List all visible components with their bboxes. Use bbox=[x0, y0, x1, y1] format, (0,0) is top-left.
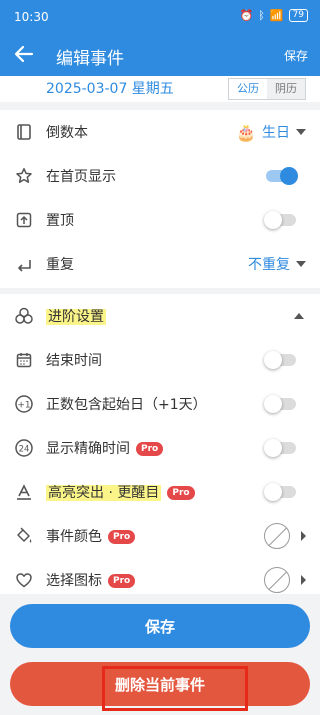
alarm-icon: ⏰ bbox=[239, 9, 254, 22]
highlight-toggle[interactable] bbox=[264, 483, 296, 501]
pro-badge: Pro bbox=[108, 574, 136, 588]
wifi-icon: 📶 bbox=[269, 9, 284, 22]
category-selector[interactable]: 🎂 生日 bbox=[236, 122, 306, 142]
pin-label: 置顶 bbox=[46, 213, 74, 229]
dropdown-caret-icon bbox=[296, 261, 306, 267]
show-home-label: 在首页显示 bbox=[46, 169, 116, 185]
heart-icon bbox=[14, 570, 34, 590]
event-color-row[interactable]: 事件颜色 Pro bbox=[0, 514, 320, 558]
include-start-toggle[interactable] bbox=[264, 395, 296, 413]
highlight-frame bbox=[102, 666, 248, 711]
dropdown-caret-icon bbox=[296, 129, 306, 135]
solar-calendar-option[interactable]: 公历 bbox=[229, 79, 267, 99]
precise-time-label: 显示精确时间 Pro bbox=[46, 438, 164, 458]
battery-icon: 79 bbox=[288, 9, 308, 22]
24-hour-icon: 24 bbox=[14, 438, 34, 458]
choose-icon-label: 选择图标 Pro bbox=[46, 570, 136, 590]
app-bar: 编辑事件 保存 bbox=[0, 34, 320, 76]
cake-icon: 🎂 bbox=[236, 122, 256, 142]
no-color-swatch[interactable] bbox=[264, 523, 290, 549]
paint-bucket-icon bbox=[14, 526, 34, 546]
highlight-row: 高亮突出 · 更醒目 Pro bbox=[0, 470, 320, 514]
repeat-value: 不重复 bbox=[248, 257, 290, 273]
advanced-header-row[interactable]: 进阶设置 bbox=[0, 294, 320, 338]
pro-badge: Pro bbox=[136, 442, 164, 456]
end-time-toggle[interactable] bbox=[264, 351, 296, 369]
pro-badge: Pro bbox=[167, 486, 195, 500]
calendar-icon bbox=[14, 350, 34, 370]
status-time: 10:30 bbox=[14, 10, 49, 24]
calendar-type-toggle: 公历 阴历 bbox=[228, 78, 306, 100]
svg-text:+1: +1 bbox=[17, 401, 30, 411]
star-icon bbox=[14, 166, 34, 186]
chevron-right-icon bbox=[301, 531, 306, 541]
lunar-calendar-option[interactable]: 阴历 bbox=[267, 79, 305, 99]
category-value: 生日 bbox=[262, 125, 290, 141]
repeat-row[interactable]: 重复 不重复 bbox=[0, 242, 320, 286]
pro-badge: Pro bbox=[108, 530, 136, 544]
highlight-label: 高亮突出 · 更醒目 Pro bbox=[46, 482, 195, 502]
text-highlight-icon bbox=[14, 482, 34, 502]
book-icon bbox=[14, 122, 34, 142]
event-date[interactable]: 2025-03-07 星期五 bbox=[46, 78, 174, 98]
precise-time-row: 24 显示精确时间 Pro bbox=[0, 426, 320, 470]
svg-text:24: 24 bbox=[19, 445, 30, 455]
category-label: 倒数本 bbox=[46, 125, 88, 141]
status-bar: 10:30 ⏰ ᛒ 📶 79 bbox=[0, 0, 320, 34]
repeat-selector[interactable]: 不重复 bbox=[248, 254, 306, 274]
header-save-button[interactable]: 保存 bbox=[284, 47, 308, 64]
page-title: 编辑事件 bbox=[56, 49, 124, 69]
event-color-label: 事件颜色 Pro bbox=[46, 526, 136, 546]
collapse-caret-icon[interactable] bbox=[294, 313, 304, 319]
basic-settings-card: 倒数本 🎂 生日 在首页显示 置顶 重复 不重复 bbox=[0, 110, 320, 288]
pin-top-icon bbox=[14, 210, 34, 230]
back-arrow-icon[interactable] bbox=[12, 42, 36, 66]
status-icons: ⏰ ᛒ 📶 79 bbox=[240, 9, 308, 22]
repeat-icon bbox=[14, 254, 34, 274]
save-button[interactable]: 保存 bbox=[10, 604, 310, 648]
end-time-label: 结束时间 bbox=[46, 353, 102, 369]
choose-icon-row[interactable]: 选择图标 Pro bbox=[0, 558, 320, 602]
pin-toggle[interactable] bbox=[264, 211, 296, 229]
show-home-row: 在首页显示 bbox=[0, 154, 320, 198]
category-row[interactable]: 倒数本 🎂 生日 bbox=[0, 110, 320, 154]
plus-one-icon: +1 bbox=[14, 394, 34, 414]
pin-row: 置顶 bbox=[0, 198, 320, 242]
end-time-row: 结束时间 bbox=[0, 338, 320, 382]
include-start-row: +1 正数包含起始日（+1天） bbox=[0, 382, 320, 426]
bluetooth-icon: ᛒ bbox=[258, 9, 265, 22]
advanced-header: 进阶设置 bbox=[46, 309, 106, 325]
include-start-label: 正数包含起始日（+1天） bbox=[46, 397, 207, 413]
repeat-label: 重复 bbox=[46, 257, 74, 273]
advanced-settings-card: 进阶设置 结束时间 +1 正数包含起始日（+1天） 24 显示精确时间 Pro 高… bbox=[0, 294, 320, 594]
precise-time-toggle[interactable] bbox=[264, 439, 296, 457]
no-icon-swatch[interactable] bbox=[264, 567, 290, 593]
show-home-toggle[interactable] bbox=[266, 167, 298, 185]
chevron-right-icon bbox=[301, 575, 306, 585]
date-row: 2025-03-07 星期五 公历 阴历 bbox=[0, 76, 320, 102]
advanced-settings-icon bbox=[14, 306, 34, 326]
